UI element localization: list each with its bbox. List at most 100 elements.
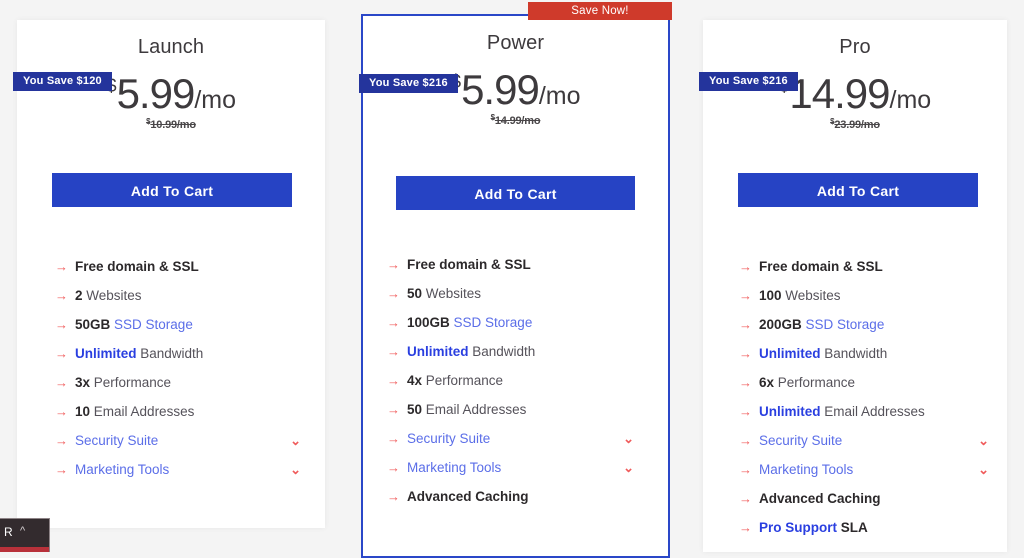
feature-item: → 3x Performance bbox=[55, 368, 309, 397]
feature-item: → 100GB SSD Storage bbox=[387, 308, 652, 337]
feature-rest: SSD Storage bbox=[801, 317, 885, 332]
feature-rest: Email Addresses bbox=[820, 404, 925, 419]
save-badge-launch: You Save $120 bbox=[13, 72, 112, 91]
plan-title-pro: Pro bbox=[839, 36, 871, 58]
feature-label: 6x Performance bbox=[759, 375, 855, 390]
pricing-card-launch: LaunchYou Save $120$5.99/mo$10.99/moAdd … bbox=[13, 20, 325, 528]
feature-item: → Advanced Caching bbox=[387, 482, 652, 511]
original-price-pro: $23.99/mo bbox=[703, 117, 1007, 131]
feature-list-pro: → Free domain & SSL → 100 Websites → 200GB SS… bbox=[703, 252, 1007, 542]
caret-up-icon[interactable]: ^ bbox=[20, 525, 25, 537]
feature-lead: 10 bbox=[75, 404, 91, 419]
save-badge-power: You Save $216 bbox=[359, 74, 458, 93]
feature-label: 50GB SSD Storage bbox=[75, 317, 193, 332]
feature-lead: 100 bbox=[759, 288, 782, 303]
feature-label: 200GB SSD Storage bbox=[759, 317, 884, 332]
price-period: /mo bbox=[889, 86, 932, 114]
feature-item: → 10 Email Addresses bbox=[55, 397, 309, 426]
feature-rest: Security Suite bbox=[407, 431, 491, 446]
add-to-cart-button-pro[interactable]: Add To Cart bbox=[738, 173, 978, 207]
feature-rest: Bandwidth bbox=[468, 344, 536, 359]
chat-widget-label: R bbox=[4, 525, 14, 539]
feature-rest: Performance bbox=[90, 375, 172, 390]
original-price-text: 23.99/mo bbox=[834, 119, 880, 131]
feature-item: → 4x Performance bbox=[387, 366, 652, 395]
feature-label: Marketing Tools bbox=[407, 460, 501, 475]
chevron-down-icon[interactable]: ⌄ bbox=[978, 455, 989, 484]
feature-rest: Security Suite bbox=[75, 433, 159, 448]
arrow-right-icon: → bbox=[55, 404, 68, 419]
feature-item[interactable]: → Marketing Tools ⌄ bbox=[387, 453, 652, 482]
feature-item: → 2 Websites bbox=[55, 281, 309, 310]
feature-lead: Unlimited bbox=[759, 404, 821, 419]
chevron-down-icon[interactable]: ⌄ bbox=[290, 426, 301, 455]
feature-item: → 50 Websites bbox=[387, 279, 652, 308]
price-block-pro: $14.99/mo$23.99/mo bbox=[703, 59, 1007, 132]
arrow-right-icon: → bbox=[739, 404, 752, 419]
feature-lead: Free domain & SSL bbox=[75, 259, 199, 274]
feature-rest: SLA bbox=[837, 520, 868, 535]
feature-lead: Unlimited bbox=[75, 346, 137, 361]
price-amount: 5.99 bbox=[461, 66, 540, 113]
feature-item[interactable]: → Marketing Tools ⌄ bbox=[55, 455, 309, 484]
feature-lead: Free domain & SSL bbox=[759, 259, 883, 274]
feature-item: → Free domain & SSL bbox=[55, 252, 309, 281]
feature-label: Security Suite bbox=[759, 433, 842, 448]
feature-lead: Unlimited bbox=[407, 344, 469, 359]
feature-item: → 50 Email Addresses bbox=[387, 395, 652, 424]
feature-list-power: → Free domain & SSL → 50 Websites → 100GB SSD… bbox=[363, 250, 668, 511]
feature-item: → Unlimited Bandwidth bbox=[55, 339, 309, 368]
arrow-right-icon: → bbox=[739, 346, 752, 361]
arrow-right-icon: → bbox=[55, 462, 68, 477]
feature-label: Unlimited Bandwidth bbox=[759, 346, 887, 361]
feature-rest: Marketing Tools bbox=[407, 460, 502, 475]
feature-lead: 200GB bbox=[759, 317, 802, 332]
arrow-right-icon: → bbox=[739, 491, 752, 506]
chat-widget[interactable]: R ^ bbox=[0, 518, 50, 552]
feature-item[interactable]: → Security Suite ⌄ bbox=[739, 426, 991, 455]
feature-label: 3x Performance bbox=[75, 375, 171, 390]
feature-label: Advanced Caching bbox=[407, 489, 529, 504]
arrow-right-icon: → bbox=[55, 317, 68, 332]
feature-label: Advanced Caching bbox=[759, 491, 881, 506]
feature-label: 2 Websites bbox=[75, 288, 142, 303]
feature-item: → Free domain & SSL bbox=[387, 250, 652, 279]
pricing-plans-row: LaunchYou Save $120$5.99/mo$10.99/moAdd … bbox=[0, 0, 1024, 558]
chevron-down-icon[interactable]: ⌄ bbox=[290, 455, 301, 484]
feature-rest: Security Suite bbox=[759, 433, 843, 448]
feature-item: → 200GB SSD Storage bbox=[739, 310, 991, 339]
arrow-right-icon: → bbox=[739, 259, 752, 274]
feature-label: 100 Websites bbox=[759, 288, 841, 303]
feature-item[interactable]: → Security Suite ⌄ bbox=[387, 424, 652, 453]
feature-item[interactable]: → Marketing Tools ⌄ bbox=[739, 455, 991, 484]
feature-label: 100GB SSD Storage bbox=[407, 315, 532, 330]
feature-lead: Pro Support bbox=[759, 520, 837, 535]
feature-label: 50 Websites bbox=[407, 286, 481, 301]
arrow-right-icon: → bbox=[55, 288, 68, 303]
feature-label: Free domain & SSL bbox=[759, 259, 883, 274]
feature-item[interactable]: → Security Suite ⌄ bbox=[55, 426, 309, 455]
feature-label: Marketing Tools bbox=[759, 462, 853, 477]
feature-rest: Email Addresses bbox=[90, 404, 195, 419]
chevron-down-icon[interactable]: ⌄ bbox=[978, 426, 989, 455]
price-period: /mo bbox=[538, 82, 581, 110]
add-to-cart-button-launch[interactable]: Add To Cart bbox=[52, 173, 292, 207]
pricing-card-power: Save Now!PowerYou Save $216$5.99/mo$14.9… bbox=[359, 2, 672, 558]
plan-title-launch: Launch bbox=[137, 36, 205, 58]
feature-lead: 2 bbox=[75, 288, 83, 303]
feature-item: → 6x Performance bbox=[739, 368, 991, 397]
feature-item: → 100 Websites bbox=[739, 281, 991, 310]
feature-lead: 50 bbox=[407, 402, 423, 417]
chevron-down-icon[interactable]: ⌄ bbox=[623, 424, 634, 453]
feature-rest: Email Addresses bbox=[422, 402, 527, 417]
feature-label: Security Suite bbox=[75, 433, 158, 448]
feature-item: → Unlimited Email Addresses bbox=[739, 397, 991, 426]
feature-rest: Performance bbox=[774, 375, 856, 390]
feature-lead: 4x bbox=[407, 373, 423, 388]
add-to-cart-button-power[interactable]: Add To Cart bbox=[396, 176, 635, 210]
chevron-down-icon[interactable]: ⌄ bbox=[623, 453, 634, 482]
original-price-text: 14.99/mo bbox=[494, 115, 541, 127]
arrow-right-icon: → bbox=[387, 402, 400, 417]
original-price-text: 10.99/mo bbox=[150, 119, 196, 131]
feature-rest: Websites bbox=[781, 288, 841, 303]
